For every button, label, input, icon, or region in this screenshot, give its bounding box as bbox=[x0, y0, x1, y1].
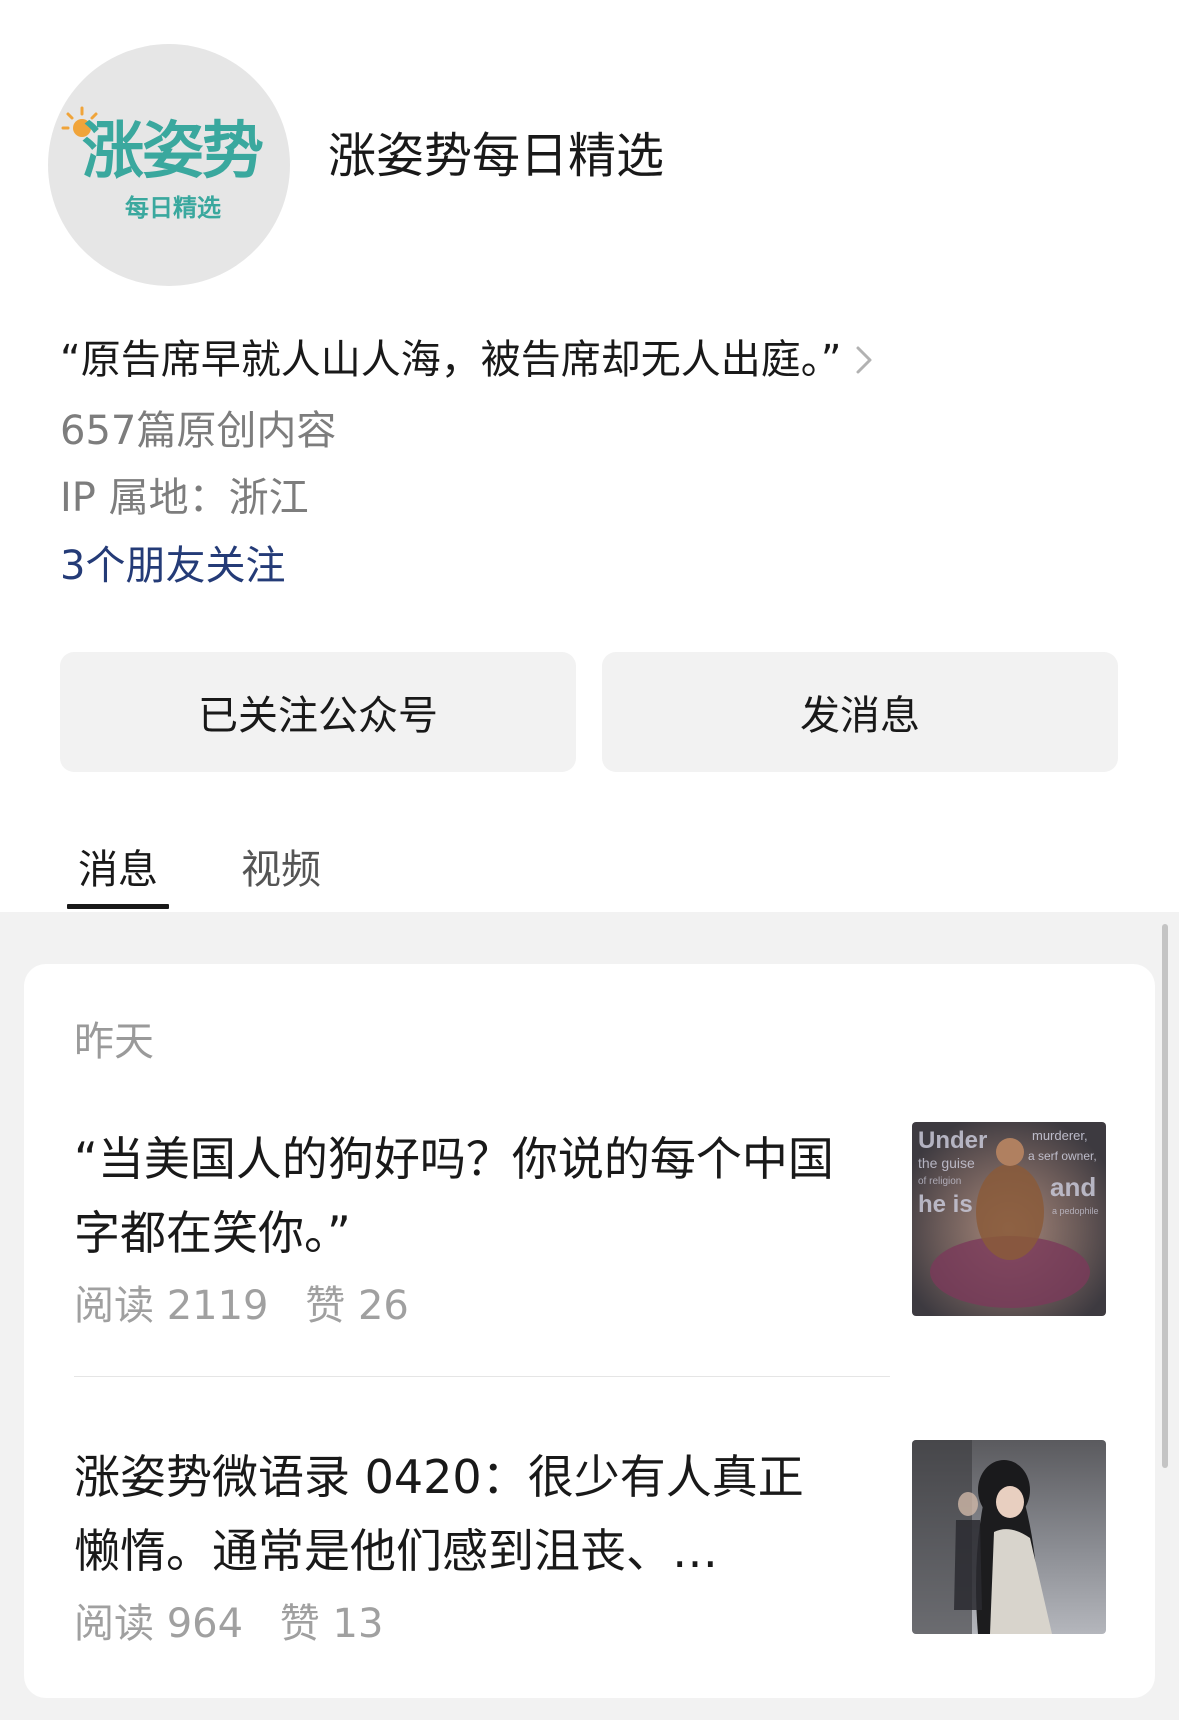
account-header: 涨姿势 每日精选 涨姿势每日精选 “原告席早就人山人海，被告席却无人出庭。” 6… bbox=[0, 0, 1179, 912]
tab-videos[interactable]: 视频 bbox=[241, 840, 321, 900]
article-thumbnail: Under murderer, a serf owner, the guise … bbox=[912, 1122, 1106, 1316]
account-signature-row[interactable]: “原告席早就人山人海，被告席却无人出庭。” bbox=[60, 334, 873, 386]
like-count: 赞 13 bbox=[279, 1601, 384, 1647]
account-avatar[interactable]: 涨姿势 每日精选 bbox=[48, 44, 290, 286]
original-count: 657篇原创内容 bbox=[60, 408, 337, 454]
article-stats: 阅读 964 赞 13 bbox=[74, 1598, 383, 1650]
article-item[interactable]: “当美国人的狗好吗？你说的每个中国字都在笑你。” 阅读 2119 赞 26 Un… bbox=[74, 1122, 1106, 1329]
thumbnail-image: Under murderer, a serf owner, the guise … bbox=[912, 1122, 1106, 1316]
avatar-logo-text: 涨姿势 bbox=[81, 114, 264, 187]
scrollbar[interactable] bbox=[1162, 924, 1168, 1468]
friends-following-link[interactable]: 3个朋友关注 bbox=[60, 540, 285, 592]
send-message-button[interactable]: 发消息 bbox=[602, 652, 1118, 772]
article-title: “当美国人的狗好吗？你说的每个中国字都在笑你。” bbox=[74, 1132, 834, 1260]
like-count: 赞 26 bbox=[305, 1283, 409, 1329]
thumb-text: of religion bbox=[918, 1176, 961, 1187]
article-divider bbox=[74, 1376, 890, 1377]
thumb-text: murderer, bbox=[1032, 1128, 1088, 1143]
message-card: 昨天 “当美国人的狗好吗？你说的每个中国字都在笑你。” 阅读 2119 赞 26 bbox=[24, 964, 1155, 1698]
thumb-text: Under bbox=[918, 1127, 987, 1154]
active-tab-indicator bbox=[67, 904, 169, 909]
article-title: 涨姿势微语录 0420：很少有人真正懒惰。通常是他们感到沮丧、… bbox=[74, 1450, 804, 1578]
thumb-text: a pedophile bbox=[1052, 1206, 1099, 1216]
read-count: 阅读 2119 bbox=[74, 1283, 269, 1329]
followed-account-button[interactable]: 已关注公众号 bbox=[60, 652, 576, 772]
thumb-text: and bbox=[1050, 1172, 1096, 1202]
content-tabs: 消息 视频 bbox=[0, 840, 1179, 912]
thumb-text: a serf owner, bbox=[1028, 1149, 1097, 1163]
article-thumbnail bbox=[912, 1440, 1106, 1634]
account-name: 涨姿势每日精选 bbox=[328, 128, 665, 184]
date-label: 昨天 bbox=[74, 1019, 154, 1065]
avatar-logo-subtext: 每日精选 bbox=[125, 194, 221, 222]
chevron-right-icon bbox=[856, 346, 872, 374]
tab-messages[interactable]: 消息 bbox=[78, 840, 158, 900]
article-stats: 阅读 2119 赞 26 bbox=[74, 1280, 409, 1332]
ip-location: IP 属地：浙江 bbox=[60, 475, 309, 521]
thumb-text: he is bbox=[918, 1191, 973, 1218]
thumb-text: the guise bbox=[918, 1155, 975, 1171]
account-signature: “原告席早就人山人海，被告席却无人出庭。” bbox=[60, 337, 842, 383]
thumbnail-image bbox=[912, 1440, 1106, 1634]
read-count: 阅读 964 bbox=[74, 1601, 244, 1647]
article-item[interactable]: 涨姿势微语录 0420：很少有人真正懒惰。通常是他们感到沮丧、… 阅读 964 … bbox=[74, 1440, 1106, 1647]
